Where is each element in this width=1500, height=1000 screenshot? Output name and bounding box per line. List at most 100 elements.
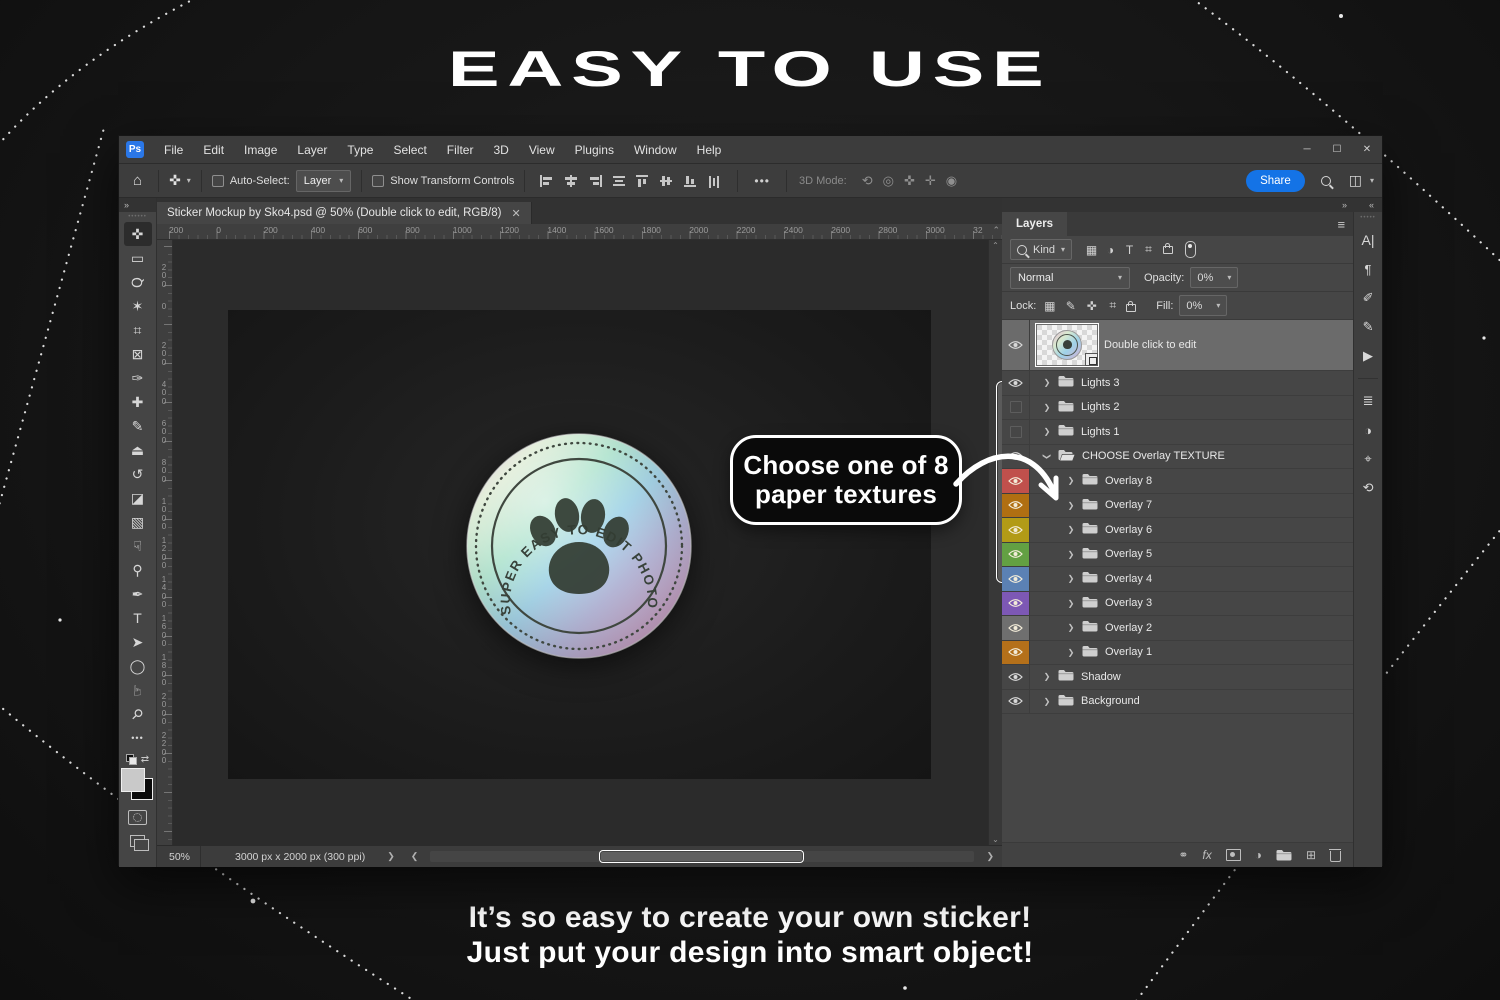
expand-group-icon[interactable]: ❯ bbox=[1042, 378, 1052, 387]
visibility-eye-icon[interactable] bbox=[1002, 567, 1030, 591]
more-options-icon[interactable]: ••• bbox=[754, 174, 770, 188]
layer-row-overlay-8[interactable]: ❯Overlay 8 bbox=[1002, 469, 1353, 494]
foreground-color-swatch[interactable] bbox=[121, 768, 145, 792]
scroll-up-icon[interactable]: ⌃ bbox=[989, 241, 1002, 250]
filter-toggle[interactable] bbox=[1185, 241, 1196, 258]
marquee-tool[interactable]: ▭ bbox=[124, 246, 152, 270]
blend-mode-dropdown[interactable]: Normal ▾ bbox=[1010, 267, 1130, 289]
swap-colors-icon[interactable]: ⇄ bbox=[141, 754, 149, 765]
layer-row-double-click-to-edit[interactable]: Double click to edit bbox=[1002, 320, 1353, 371]
menu-item-filter[interactable]: Filter bbox=[437, 143, 484, 157]
layer-row-overlay-3[interactable]: ❯Overlay 3 bbox=[1002, 592, 1353, 617]
dock-paths-icon[interactable]: ⌖ bbox=[1356, 449, 1380, 469]
brush-tool[interactable]: ✎ bbox=[124, 414, 152, 438]
horizontal-scrollbar[interactable] bbox=[430, 851, 974, 862]
dock-paragraph-icon[interactable]: ¶ bbox=[1356, 259, 1380, 279]
quick-mask-icon[interactable] bbox=[128, 810, 147, 825]
expand-group-icon[interactable]: ❯ bbox=[1042, 672, 1052, 681]
zoom-level[interactable]: 50% bbox=[157, 846, 201, 867]
expand-group-icon[interactable]: ❯ bbox=[1066, 623, 1076, 632]
visibility-hidden-toggle[interactable] bbox=[1002, 420, 1030, 444]
align-bottom-icon[interactable] bbox=[684, 175, 698, 187]
dock-brushes-icon[interactable]: ✐ bbox=[1356, 288, 1380, 308]
visibility-eye-icon[interactable] bbox=[1002, 543, 1030, 567]
filter-kind-dropdown[interactable]: Kind ▾ bbox=[1010, 239, 1072, 260]
dodge-tool[interactable]: ⚲ bbox=[124, 558, 152, 582]
lock-all-icon[interactable] bbox=[1126, 304, 1136, 312]
visibility-eye-icon[interactable] bbox=[1002, 320, 1030, 370]
filter-pixel-icon[interactable]: ▦ bbox=[1082, 243, 1101, 257]
panel-collapse-icon[interactable]: » bbox=[1342, 200, 1347, 210]
layer-row-overlay-4[interactable]: ❯Overlay 4 bbox=[1002, 567, 1353, 592]
gradient-tool[interactable]: ▧ bbox=[124, 510, 152, 534]
history-brush-tool[interactable]: ↺ bbox=[124, 462, 152, 486]
layer-row-background[interactable]: ❯Background bbox=[1002, 690, 1353, 715]
menu-item-view[interactable]: View bbox=[519, 143, 565, 157]
delete-icon[interactable] bbox=[1330, 848, 1341, 862]
frame-tool[interactable]: ⊠ bbox=[124, 342, 152, 366]
fill-dropdown[interactable]: 0% ▾ bbox=[1179, 295, 1227, 316]
shape-tool[interactable]: ◯ bbox=[124, 654, 152, 678]
close-icon[interactable]: ✕ bbox=[511, 207, 520, 220]
visibility-eye-icon[interactable] bbox=[1002, 445, 1030, 469]
horizontal-scroll-thumb[interactable] bbox=[601, 852, 802, 861]
crop-tool[interactable]: ⌗ bbox=[124, 318, 152, 342]
scroll-right-icon[interactable]: ❯ bbox=[978, 851, 1002, 862]
dock-brush-settings-icon[interactable]: ✎ bbox=[1356, 317, 1380, 337]
share-button[interactable]: Share bbox=[1246, 170, 1305, 192]
expand-group-icon[interactable]: ❯ bbox=[1066, 550, 1076, 559]
dock-properties-icon[interactable]: ≣ bbox=[1356, 391, 1380, 411]
expand-group-icon[interactable]: ❯ bbox=[1066, 525, 1076, 534]
3d-pan-icon[interactable]: ✜ bbox=[904, 173, 915, 188]
document-tab[interactable]: Sticker Mockup by Sko4.psd @ 50% (Double… bbox=[157, 202, 532, 224]
folder-icon[interactable] bbox=[1276, 849, 1292, 861]
lock-transparency-icon[interactable]: ▦ bbox=[1042, 299, 1057, 313]
lasso-tool[interactable]: ℺ bbox=[124, 270, 152, 294]
document-surface[interactable]: SUPER EASY TO EDIT PHOTOSHOP TEMPLATES bbox=[228, 310, 931, 779]
filter-shape-icon[interactable]: ⌗ bbox=[1139, 242, 1158, 257]
filter-type-icon[interactable]: T bbox=[1120, 243, 1139, 257]
home-icon[interactable]: ⌂ bbox=[133, 172, 142, 189]
layer-row-lights-2[interactable]: ❯Lights 2 bbox=[1002, 396, 1353, 421]
expand-group-icon[interactable]: ❯ bbox=[1066, 599, 1076, 608]
scroll-left-icon[interactable]: ❮ bbox=[403, 851, 427, 862]
toolbar-collapse-icon[interactable]: » bbox=[119, 198, 156, 212]
path-select-tool[interactable]: ➤ bbox=[124, 630, 152, 654]
more-tools[interactable]: ••• bbox=[124, 726, 152, 750]
tab-layers[interactable]: Layers bbox=[1002, 212, 1067, 236]
move-tool[interactable]: ✜ bbox=[124, 222, 152, 246]
align-top-icon[interactable] bbox=[636, 175, 650, 187]
layer-row-choose-overlay-texture[interactable]: ❯CHOOSE Overlay TEXTURE bbox=[1002, 445, 1353, 470]
mask-icon[interactable] bbox=[1226, 849, 1241, 861]
distribute-h-icon[interactable] bbox=[612, 175, 626, 187]
layer-row-lights-3[interactable]: ❯Lights 3 bbox=[1002, 371, 1353, 396]
expand-group-icon[interactable]: ❯ bbox=[1042, 697, 1052, 706]
vertical-scroll-thumb[interactable] bbox=[998, 383, 1002, 581]
auto-select-dropdown[interactable]: Layer ▾ bbox=[296, 170, 352, 192]
lock-paint-icon[interactable]: ✎ bbox=[1063, 299, 1078, 313]
layer-row-lights-1[interactable]: ❯Lights 1 bbox=[1002, 420, 1353, 445]
expand-group-icon[interactable]: ❯ bbox=[1066, 648, 1076, 657]
expand-group-icon[interactable]: ❯ bbox=[1066, 574, 1076, 583]
filter-smart-icon[interactable] bbox=[1158, 242, 1177, 257]
link-icon[interactable]: ⚭ bbox=[1178, 848, 1188, 862]
lock-artboard-icon[interactable]: ⌗ bbox=[1105, 298, 1120, 313]
lock-position-icon[interactable]: ✜ bbox=[1084, 299, 1099, 313]
workspace-layout-icon[interactable]: ◫ bbox=[1349, 172, 1362, 189]
menu-item-edit[interactable]: Edit bbox=[193, 143, 234, 157]
search-icon[interactable] bbox=[1321, 176, 1331, 186]
visibility-eye-icon[interactable] bbox=[1002, 469, 1030, 493]
menu-item-file[interactable]: File bbox=[154, 143, 193, 157]
maximize-button[interactable]: ☐ bbox=[1322, 144, 1352, 155]
visibility-eye-icon[interactable] bbox=[1002, 371, 1030, 395]
zoom-tool[interactable]: ⚲ bbox=[124, 702, 152, 726]
move-tool-option-icon[interactable]: ✜ bbox=[169, 172, 181, 189]
dock-adjustments-icon[interactable]: ◑ bbox=[1356, 420, 1380, 440]
adjustment-icon[interactable]: ◑ bbox=[1255, 848, 1262, 862]
layer-row-overlay-5[interactable]: ❯Overlay 5 bbox=[1002, 543, 1353, 568]
sticker-artwork[interactable]: SUPER EASY TO EDIT PHOTOSHOP TEMPLATES bbox=[463, 430, 695, 662]
scroll-down-icon[interactable]: ⌄ bbox=[989, 835, 1002, 844]
eyedropper-tool[interactable]: ✑ bbox=[124, 366, 152, 390]
align-center-h-icon[interactable] bbox=[564, 175, 578, 187]
color-swatches[interactable] bbox=[121, 768, 154, 801]
